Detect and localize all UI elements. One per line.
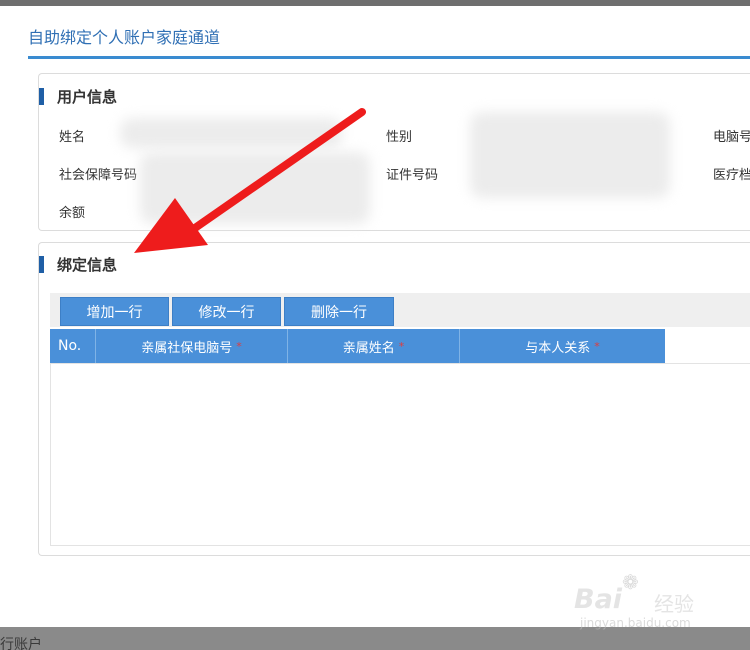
- baidu-watermark: ❁ Bai 经验 jingyan.baidu.com: [574, 570, 724, 630]
- paw-icon: ❁: [622, 570, 639, 594]
- watermark-suffix: 经验: [654, 592, 694, 616]
- watermark-logo: Bai: [574, 584, 623, 615]
- watermark-url: jingyan.baidu.com: [580, 616, 691, 630]
- annotation-arrow-icon: [134, 108, 366, 253]
- bottom-bar: [0, 627, 750, 650]
- bottom-bar-text: 行账户: [0, 637, 42, 650]
